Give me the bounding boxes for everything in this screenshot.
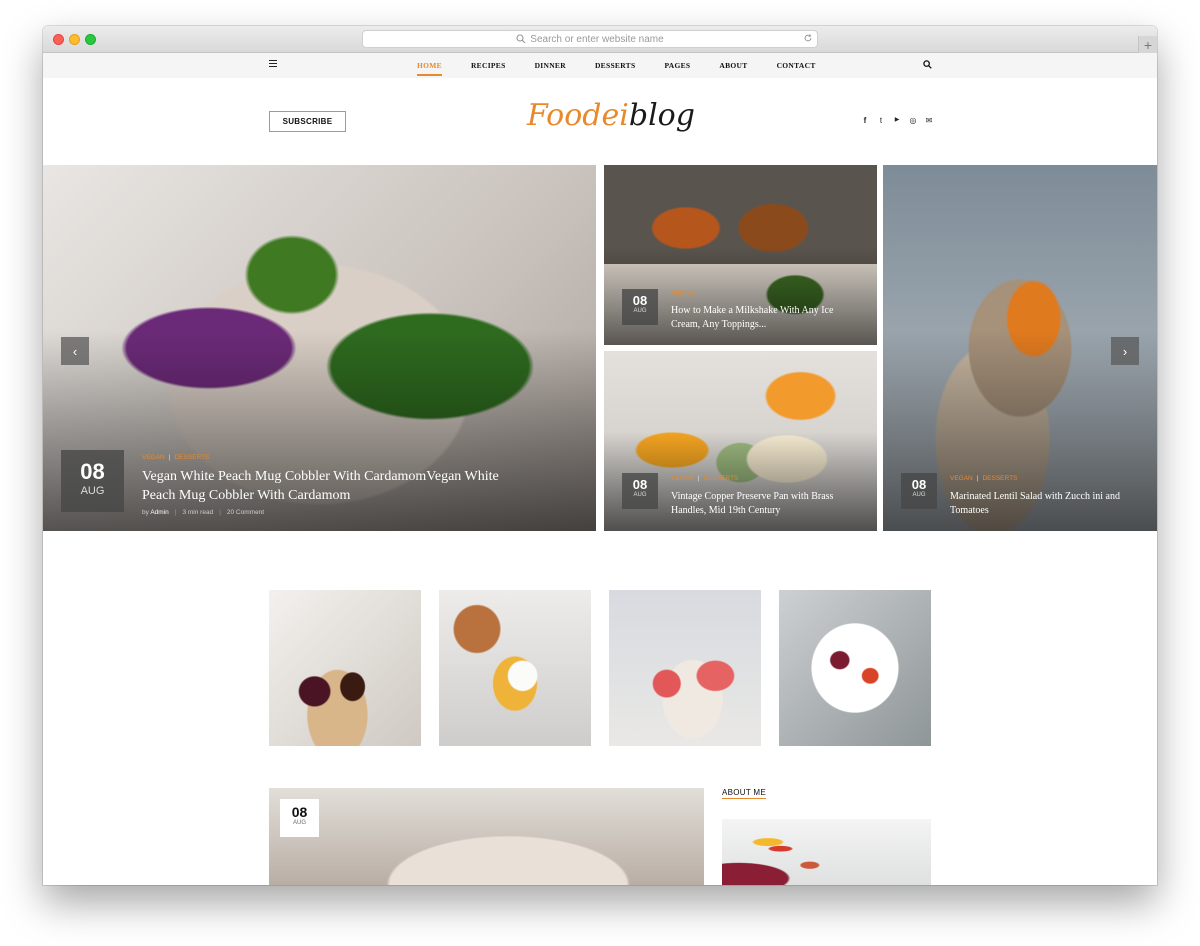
site-logo[interactable]: Foodeiblog <box>527 98 695 133</box>
nav-item-contact[interactable]: CONTACT <box>777 53 816 78</box>
nav-item-dinner[interactable]: DINNER <box>535 53 566 78</box>
post-day: 08 <box>632 477 648 492</box>
slider-prev-button[interactable]: ‹ <box>61 337 89 365</box>
category-link[interactable]: VEGAN <box>671 290 694 297</box>
post-date-badge: 08 AUG <box>622 289 658 325</box>
nav-item-recipes[interactable]: RECIPES <box>471 53 506 78</box>
gallery-thumbnail[interactable] <box>779 590 931 746</box>
hero-side-post[interactable]: 08 AUG VEGAN How to Make a Milkshake Wit… <box>604 165 877 345</box>
address-bar[interactable]: Search or enter website name <box>362 30 818 48</box>
post-date-badge: 08 AUG <box>280 799 319 837</box>
category-link[interactable]: VEGAN <box>950 475 973 482</box>
nav-item-desserts[interactable]: DESSERTS <box>595 53 636 78</box>
minimize-window-button[interactable] <box>69 34 80 45</box>
social-links: f t ▶ ◎ ✉ <box>861 116 933 125</box>
featured-post-image[interactable]: 08 AUG <box>269 788 704 885</box>
maximize-window-button[interactable] <box>85 34 96 45</box>
post-month: AUG <box>292 820 306 826</box>
post-categories: VEGAN <box>671 290 694 297</box>
twitter-icon[interactable]: t <box>877 116 885 125</box>
gallery-thumbnail[interactable] <box>609 590 761 746</box>
slider-next-button[interactable]: › <box>1111 337 1139 365</box>
nav-menu: HOME RECIPES DINNER DESSERTS PAGES ABOUT… <box>417 53 845 78</box>
read-time: 3 min read <box>182 509 214 516</box>
nav-item-about[interactable]: ABOUT <box>719 53 747 78</box>
post-title[interactable]: Marinated Lentil Salad with Zucch ini an… <box>950 490 1125 518</box>
search-icon[interactable] <box>923 60 932 69</box>
category-link[interactable]: DESSERTS <box>703 475 738 482</box>
nav-item-home[interactable]: HOME <box>417 53 442 78</box>
hero-side-post[interactable]: 08 AUG VEGAN | DESSERTS Vintage Copper Pre… <box>604 351 877 531</box>
hero-main-post[interactable]: 08 AUG VEGAN | DESSERTS Vegan White Peach … <box>43 165 596 531</box>
post-date-badge: 08 AUG <box>61 450 124 512</box>
category-link[interactable]: VEGAN <box>142 454 165 461</box>
comment-count[interactable]: 20 Comment <box>227 509 264 516</box>
reload-icon[interactable] <box>803 33 813 43</box>
hero-slider: 08 AUG VEGAN | DESSERTS Vegan White Peach … <box>43 165 1157 531</box>
post-day: 08 <box>632 293 648 308</box>
post-meta: by Admin | 3 min read | 20 Comment <box>142 509 265 516</box>
post-day: 08 <box>291 804 308 820</box>
youtube-icon[interactable]: ▶ <box>893 116 901 125</box>
category-link[interactable]: DESSERTS <box>174 454 209 461</box>
address-bar-placeholder: Search or enter website name <box>530 33 664 45</box>
post-date-badge: 08 AUG <box>622 473 658 509</box>
logo-part-2: blog <box>628 98 695 133</box>
new-tab-button[interactable]: + <box>1138 36 1157 53</box>
about-me-image <box>722 819 931 885</box>
gallery-thumbnail[interactable] <box>269 590 421 746</box>
email-icon[interactable]: ✉ <box>925 116 933 125</box>
browser-window: Search or enter website name + HOME RECI… <box>43 26 1157 885</box>
main-nav: HOME RECIPES DINNER DESSERTS PAGES ABOUT… <box>43 53 1157 78</box>
logo-part-1: Foodei <box>527 98 629 133</box>
close-window-button[interactable] <box>53 34 64 45</box>
gallery-thumbnail[interactable] <box>439 590 591 746</box>
sidebar-about-heading: ABOUT ME <box>722 788 767 799</box>
post-month: AUG <box>633 492 647 498</box>
hero-side-post[interactable]: 08 AUG VEGAN | DESSERTS Marinated Lentil S… <box>883 165 1157 531</box>
post-title[interactable]: Vintage Copper Preserve Pan with Brass H… <box>671 490 846 518</box>
nav-item-pages[interactable]: PAGES <box>664 53 690 78</box>
post-title[interactable]: How to Make a Milkshake With Any Ice Cre… <box>671 304 846 332</box>
post-categories: VEGAN | DESSERTS <box>950 475 1018 482</box>
post-day: 08 <box>911 477 927 492</box>
search-icon <box>516 34 526 44</box>
browser-toolbar: Search or enter website name + <box>43 26 1157 53</box>
post-date-badge: 08 AUG <box>901 473 937 509</box>
author-link[interactable]: Admin <box>150 509 168 516</box>
category-link[interactable]: DESSERTS <box>982 475 1017 482</box>
subscribe-button[interactable]: SUBSCRIBE <box>269 111 346 132</box>
post-categories: VEGAN | DESSERTS <box>671 475 739 482</box>
hamburger-menu-icon[interactable] <box>269 60 277 67</box>
post-day: 08 <box>80 459 105 484</box>
post-month: AUG <box>633 308 647 314</box>
post-month: AUG <box>80 485 105 497</box>
category-link[interactable]: VEGAN <box>671 475 694 482</box>
author-prefix: by <box>142 509 149 516</box>
post-categories: VEGAN | DESSERTS <box>142 454 210 461</box>
post-month: AUG <box>912 492 926 498</box>
post-title[interactable]: Vegan White Peach Mug Cobbler With Carda… <box>142 467 502 505</box>
facebook-icon[interactable]: f <box>861 116 869 125</box>
instagram-icon[interactable]: ◎ <box>909 116 917 125</box>
